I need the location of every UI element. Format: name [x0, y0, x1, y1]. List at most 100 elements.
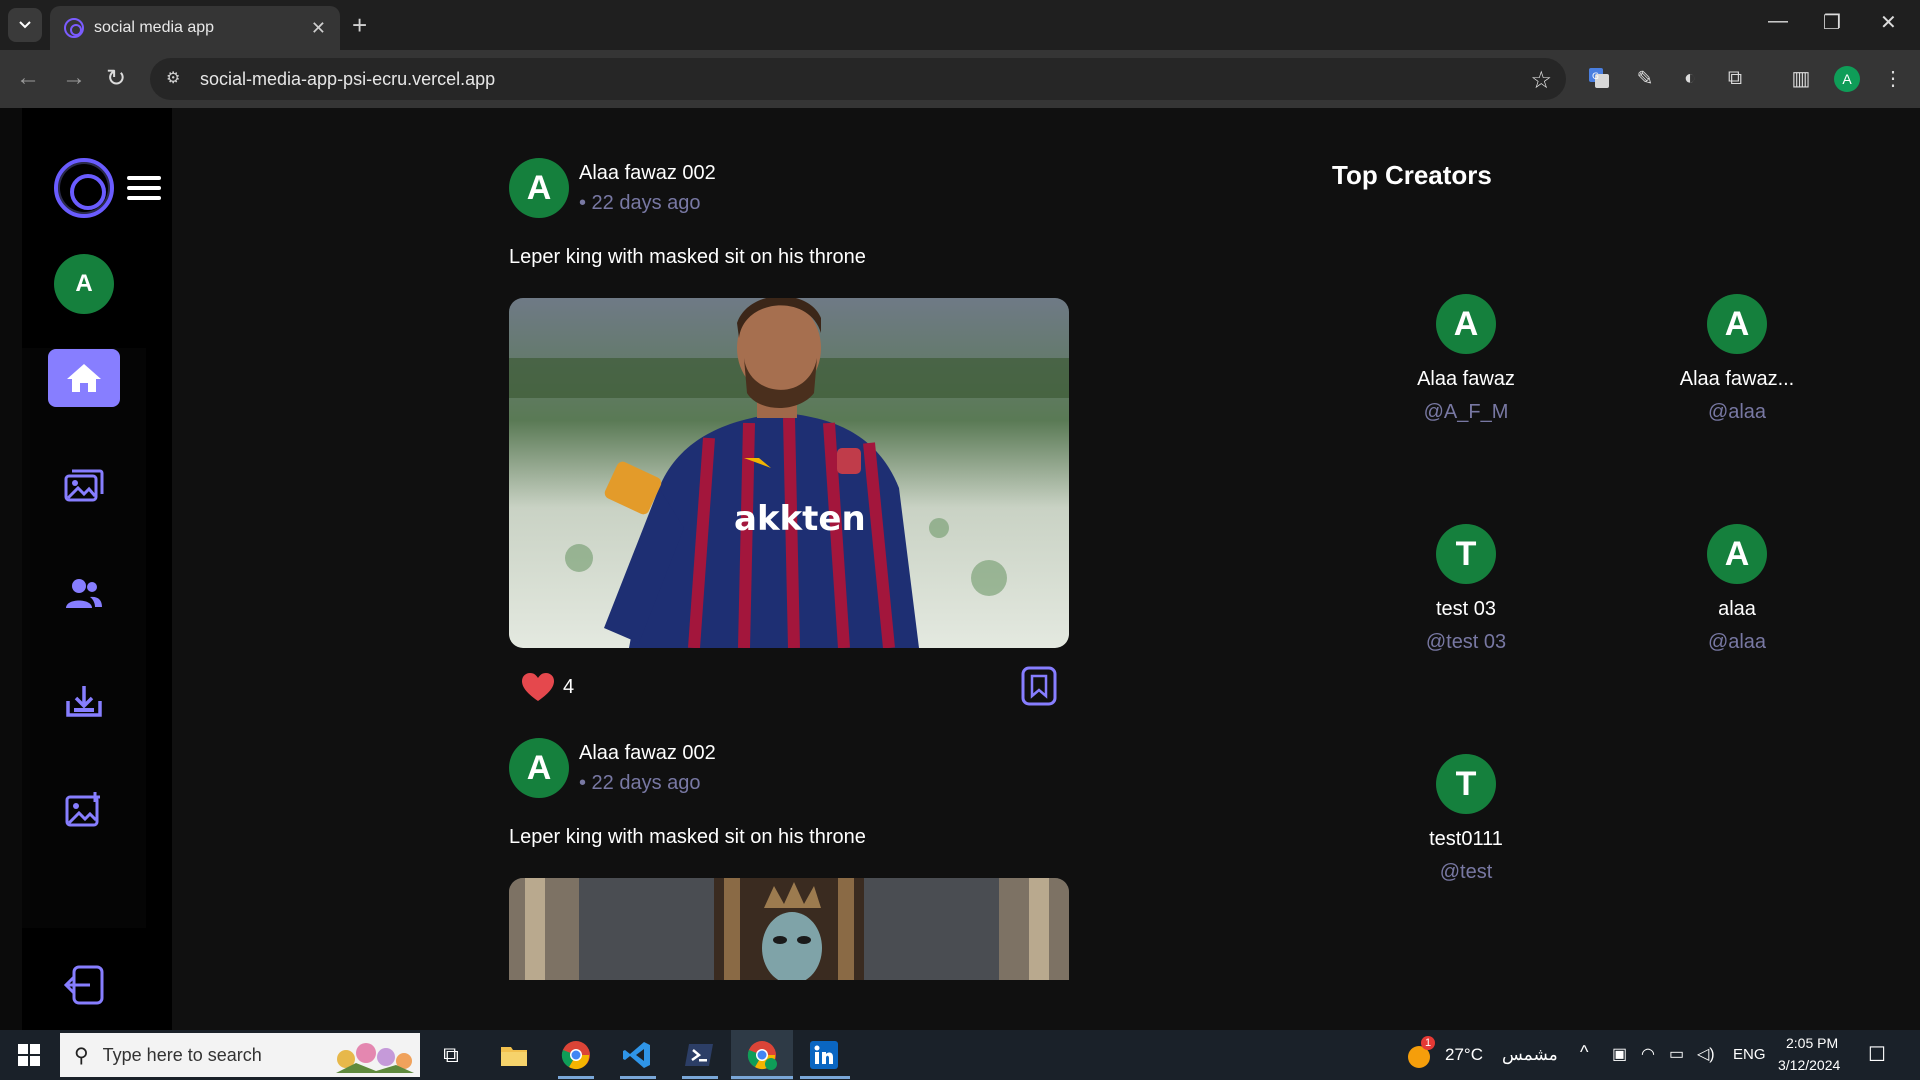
creator-handle: @A_F_M [1423, 401, 1509, 423]
windows-start-button[interactable] [18, 1044, 40, 1066]
vscode-running-indicator [620, 1076, 656, 1079]
address-bar[interactable]: ⚙ social-media-app-psi-ecru.vercel.app ☆ [150, 58, 1566, 100]
battery-icon[interactable]: ▭ [1669, 1044, 1684, 1064]
restore-window-button[interactable]: ❐ [1823, 10, 1841, 35]
creator-avatar: A [1707, 294, 1767, 354]
vscode-icon[interactable] [620, 1038, 654, 1072]
svg-text:akkten: akkten [734, 499, 866, 539]
like-control[interactable]: 4 [521, 672, 574, 702]
flowers-search-highlight-icon [336, 1043, 414, 1073]
input-language[interactable]: ENG [1733, 1046, 1766, 1063]
browser-profile-avatar[interactable]: A [1834, 66, 1860, 92]
creator-card[interactable]: A Alaa fawaz @A_F_M [1366, 294, 1566, 424]
clock-time[interactable]: 2:05 PM [1786, 1035, 1838, 1051]
linkedin-icon[interactable] [807, 1038, 841, 1072]
search-icon: ⚲ [74, 1044, 89, 1067]
volume-icon[interactable]: ◁) [1697, 1044, 1715, 1064]
post-caption: Leper king with masked sit on his throne [509, 246, 866, 268]
file-explorer-icon[interactable] [497, 1038, 531, 1072]
creator-name: test0111 [1429, 828, 1503, 850]
add-image-icon [65, 792, 100, 827]
creator-card[interactable]: T test0111 @test [1366, 754, 1566, 884]
people-icon [66, 579, 102, 608]
creator-card[interactable]: T test 03 @test 03 [1366, 524, 1566, 654]
translate-extension-icon[interactable]: G [1586, 65, 1612, 91]
extensions-puzzle-icon[interactable]: ⧉ [1722, 65, 1748, 91]
left-edge [0, 108, 22, 1030]
chrome-active-indicator [731, 1076, 793, 1079]
creator-card[interactable]: A alaa @alaa [1637, 524, 1837, 654]
eyedropper-extension-icon[interactable]: ✎ [1632, 65, 1658, 91]
side-panel-icon[interactable]: ▥ [1788, 65, 1814, 91]
notification-center-icon[interactable]: ☐ [1868, 1042, 1886, 1067]
post-author-name[interactable]: Alaa fawaz 002 [579, 742, 716, 765]
chrome-profile-icon[interactable] [745, 1038, 779, 1072]
hamburger-menu-icon[interactable] [127, 176, 161, 200]
chrome-running-indicator [558, 1076, 594, 1079]
linkedin-running-indicator [800, 1076, 850, 1079]
like-count: 4 [563, 675, 575, 698]
bookmark-star-icon[interactable]: ☆ [1530, 66, 1552, 95]
post-author-avatar[interactable]: A [509, 158, 569, 218]
bookmark-icon [1021, 666, 1057, 706]
creator-avatar: T [1436, 524, 1496, 584]
new-tab-button[interactable]: + [352, 10, 367, 41]
extension-circle-icon[interactable]: ◐ [1677, 65, 1703, 91]
logout-icon [63, 965, 104, 1005]
sidebar-item-people[interactable] [48, 564, 120, 622]
weather-temperature[interactable]: 27°C [1445, 1045, 1483, 1065]
user-avatar[interactable]: A [54, 254, 114, 314]
left-sidebar: A [22, 108, 172, 1030]
sidebar-item-saved[interactable] [48, 673, 120, 731]
post-timestamp: • 22 days ago [579, 192, 701, 214]
weather-description: مشمس [1502, 1045, 1558, 1064]
sidebar-item-home[interactable] [48, 349, 120, 407]
meet-now-icon[interactable]: ▣ [1612, 1044, 1627, 1064]
creator-avatar: A [1707, 524, 1767, 584]
windows-taskbar: ⚲ Type here to search ⧉ 1 27°C مشمس ^ ▣ … [0, 1030, 1920, 1080]
creator-name: Alaa fawaz [1417, 368, 1515, 390]
taskbar-search-placeholder: Type here to search [102, 1044, 262, 1065]
show-hidden-icons-chevron-icon[interactable]: ^ [1580, 1042, 1588, 1063]
reload-button[interactable]: ↻ [106, 64, 126, 93]
app-logo[interactable] [54, 158, 114, 218]
sidebar-item-create-post[interactable] [48, 780, 120, 838]
browser-menu-icon[interactable]: ⋮ [1880, 65, 1906, 91]
task-view-icon[interactable]: ⧉ [434, 1038, 468, 1072]
gallery-icon [64, 469, 104, 502]
post-image[interactable]: akkten [509, 298, 1069, 648]
clock-date[interactable]: 3/12/2024 [1778, 1057, 1840, 1073]
logout-button[interactable] [62, 963, 106, 1012]
save-post-button[interactable] [1021, 666, 1057, 711]
creator-handle: @test 03 [1425, 631, 1507, 653]
post-author-avatar[interactable]: A [509, 738, 569, 798]
heart-icon[interactable] [521, 672, 555, 702]
close-window-button[interactable]: ✕ [1880, 10, 1897, 35]
close-tab-icon[interactable]: ✕ [311, 18, 326, 39]
home-icon [67, 364, 101, 392]
browser-tab[interactable]: social media app ✕ [50, 6, 340, 50]
forward-button[interactable]: → [62, 64, 86, 92]
creator-name: Alaa fawaz... [1679, 368, 1795, 390]
top-creators-title: Top Creators [1332, 160, 1492, 190]
back-button[interactable]: ← [16, 64, 40, 92]
creator-avatar: A [1436, 294, 1496, 354]
post-caption: Leper king with masked sit on his throne [509, 826, 866, 848]
minimize-window-button[interactable]: — [1768, 10, 1788, 33]
creator-avatar: T [1436, 754, 1496, 814]
terminal-icon[interactable] [682, 1038, 716, 1072]
post-author-name[interactable]: Alaa fawaz 002 [579, 162, 716, 185]
site-info-icon[interactable]: ⚙ [166, 68, 188, 90]
taskbar-search-box[interactable]: ⚲ Type here to search [60, 1033, 420, 1077]
chrome-icon[interactable] [559, 1038, 593, 1072]
feed-post: A Alaa fawaz 002 • 22 days ago Leper kin… [509, 738, 1069, 1030]
sidebar-nav-panel [22, 348, 146, 928]
creator-card[interactable]: A Alaa fawaz... @alaa [1637, 294, 1837, 424]
sidebar-item-explore[interactable] [48, 457, 120, 515]
post-image[interactable] [509, 878, 1069, 980]
terminal-running-indicator [682, 1076, 718, 1079]
browser-tab-strip: social media app ✕ + — ❐ ✕ [0, 0, 1920, 50]
wifi-icon[interactable]: ◠ [1641, 1044, 1655, 1064]
browser-toolbar: ← → ↻ ⚙ social-media-app-psi-ecru.vercel… [0, 50, 1920, 108]
tab-search-button[interactable] [8, 8, 42, 42]
